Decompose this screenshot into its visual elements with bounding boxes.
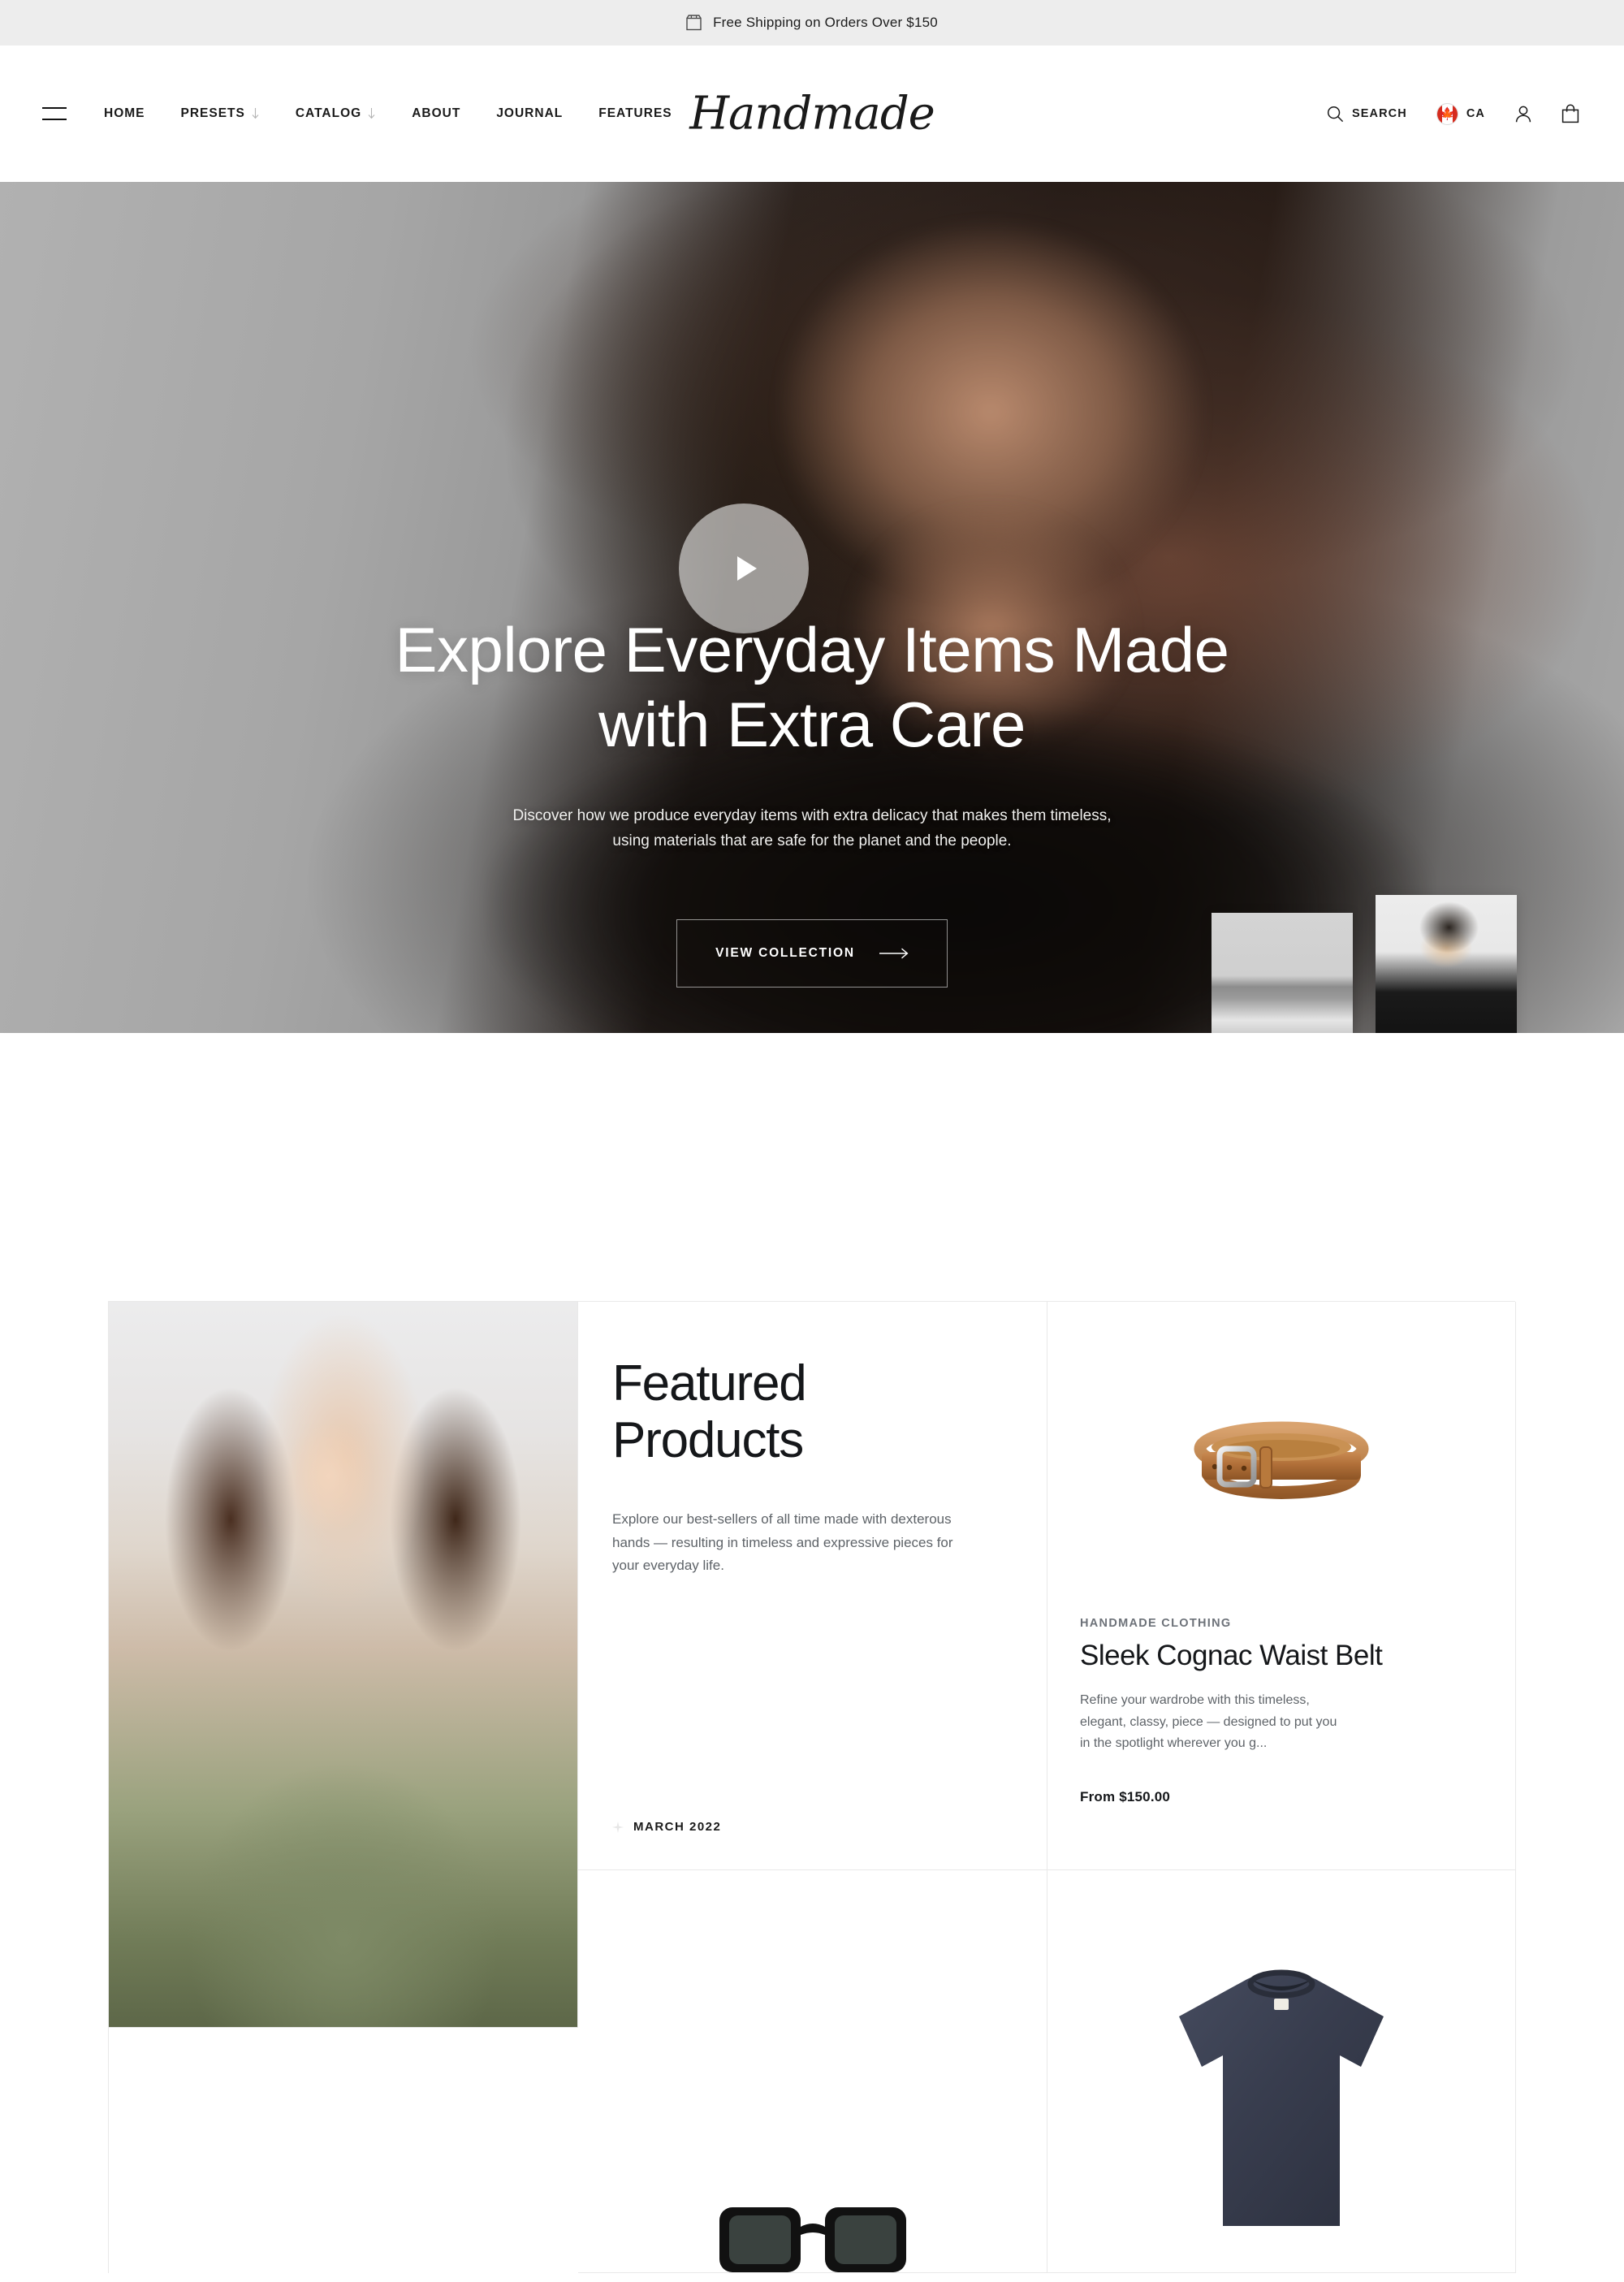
nav-label: CATALOG — [295, 106, 362, 120]
model-sunglasses-thumbnail[interactable] — [1376, 895, 1517, 1033]
search-icon — [1327, 106, 1344, 122]
search-button[interactable]: SEARCH — [1312, 106, 1422, 123]
hero-title: Explore Everyday Items Made with Extra C… — [0, 612, 1624, 762]
announcement-text: Free Shipping on Orders Over $150 — [713, 15, 938, 30]
search-label: SEARCH — [1352, 107, 1407, 120]
hamburger-icon[interactable] — [42, 107, 67, 120]
seascape-thumbnail[interactable] — [1212, 913, 1353, 1033]
chevron-down-icon — [252, 108, 259, 119]
nav-label: JOURNAL — [496, 106, 564, 120]
featured-title-line-1: Featured — [612, 1355, 807, 1411]
product-image — [1047, 1302, 1515, 1617]
product-card[interactable]: HANDMADE CLOTHING Sleek Cognac Waist Bel… — [1047, 1302, 1516, 1870]
product-price: From $150.00 — [1080, 1788, 1171, 1804]
model-olive-coat-image — [109, 1302, 577, 2027]
hero-thumbnails — [1212, 895, 1517, 1033]
hero-section: Explore Everyday Items Made with Extra C… — [0, 182, 1624, 1033]
main-navigation: HOME PRESETS CATALOG ABOUT JOURNAL FEATU… — [104, 106, 690, 121]
header-actions: SEARCH 🍁 CA — [1312, 102, 1579, 125]
nav-item-presets[interactable]: PRESETS — [163, 106, 278, 121]
account-button[interactable] — [1500, 105, 1547, 123]
nav-label: ABOUT — [412, 106, 461, 120]
country-selector[interactable]: 🍁 CA — [1422, 102, 1500, 125]
cognac-leather-belt-image — [1194, 1421, 1369, 1499]
country-code: CA — [1466, 107, 1485, 120]
featured-date-label: MARCH 2022 — [633, 1820, 722, 1834]
sparkle-icon — [612, 1821, 624, 1833]
nav-label: HOME — [104, 106, 145, 120]
product-vendor: HANDMADE CLOTHING — [1080, 1617, 1232, 1630]
product-card-tshirt[interactable] — [1047, 1870, 1516, 2273]
cart-button[interactable] — [1547, 104, 1579, 123]
hero-content: Explore Everyday Items Made with Extra C… — [0, 182, 1624, 988]
product-description: Refine your wardrobe with this timeless,… — [1080, 1693, 1337, 1751]
featured-products-grid: Featured Products Explore our best-selle… — [108, 1301, 1516, 2273]
featured-description: Explore our best-sellers of all time mad… — [612, 1511, 953, 1574]
nav-item-catalog[interactable]: CATALOG — [278, 106, 394, 121]
nav-label: PRESETS — [180, 106, 245, 120]
hero-title-line-2: with Extra Care — [598, 689, 1026, 761]
arrow-right-icon — [879, 948, 909, 958]
featured-model-image[interactable] — [109, 1302, 578, 2028]
product-name[interactable]: Sleek Cognac Waist Belt — [1080, 1640, 1483, 1672]
navy-tshirt-image — [1179, 1969, 1384, 2226]
chevron-down-icon — [368, 108, 375, 119]
user-icon — [1515, 106, 1531, 122]
hero-subtitle: Discover how we produce everyday items w… — [512, 807, 1112, 849]
product-info: HANDMADE CLOTHING Sleek Cognac Waist Bel… — [1047, 1617, 1515, 1805]
featured-intro-cell: Featured Products Explore our best-selle… — [578, 1302, 1047, 1870]
hero-title-line-1: Explore Everyday Items Made — [395, 614, 1229, 685]
featured-date-link[interactable]: MARCH 2022 — [612, 1820, 998, 1834]
nav-item-journal[interactable]: JOURNAL — [478, 106, 581, 121]
featured-title: Featured Products — [612, 1355, 998, 1469]
canada-flag-icon: 🍁 — [1436, 102, 1458, 125]
view-collection-label: VIEW COLLECTION — [715, 945, 855, 960]
nav-item-about[interactable]: ABOUT — [394, 106, 478, 121]
nav-item-features[interactable]: FEATURES — [581, 106, 689, 121]
nav-label: FEATURES — [598, 106, 672, 120]
nav-item-home[interactable]: HOME — [104, 106, 163, 121]
featured-title-line-2: Products — [612, 1412, 804, 1469]
product-card-sunglasses[interactable] — [578, 1870, 1047, 2273]
view-collection-button[interactable]: VIEW COLLECTION — [676, 918, 948, 988]
black-sunglasses-image — [719, 2207, 906, 2272]
announcement-bar: Free Shipping on Orders Over $150 — [0, 0, 1624, 45]
site-logo[interactable]: Handmade — [689, 88, 935, 140]
site-header: HOME PRESETS CATALOG ABOUT JOURNAL FEATU… — [0, 45, 1624, 182]
shopping-bag-icon — [1561, 104, 1579, 123]
package-icon — [686, 15, 702, 31]
